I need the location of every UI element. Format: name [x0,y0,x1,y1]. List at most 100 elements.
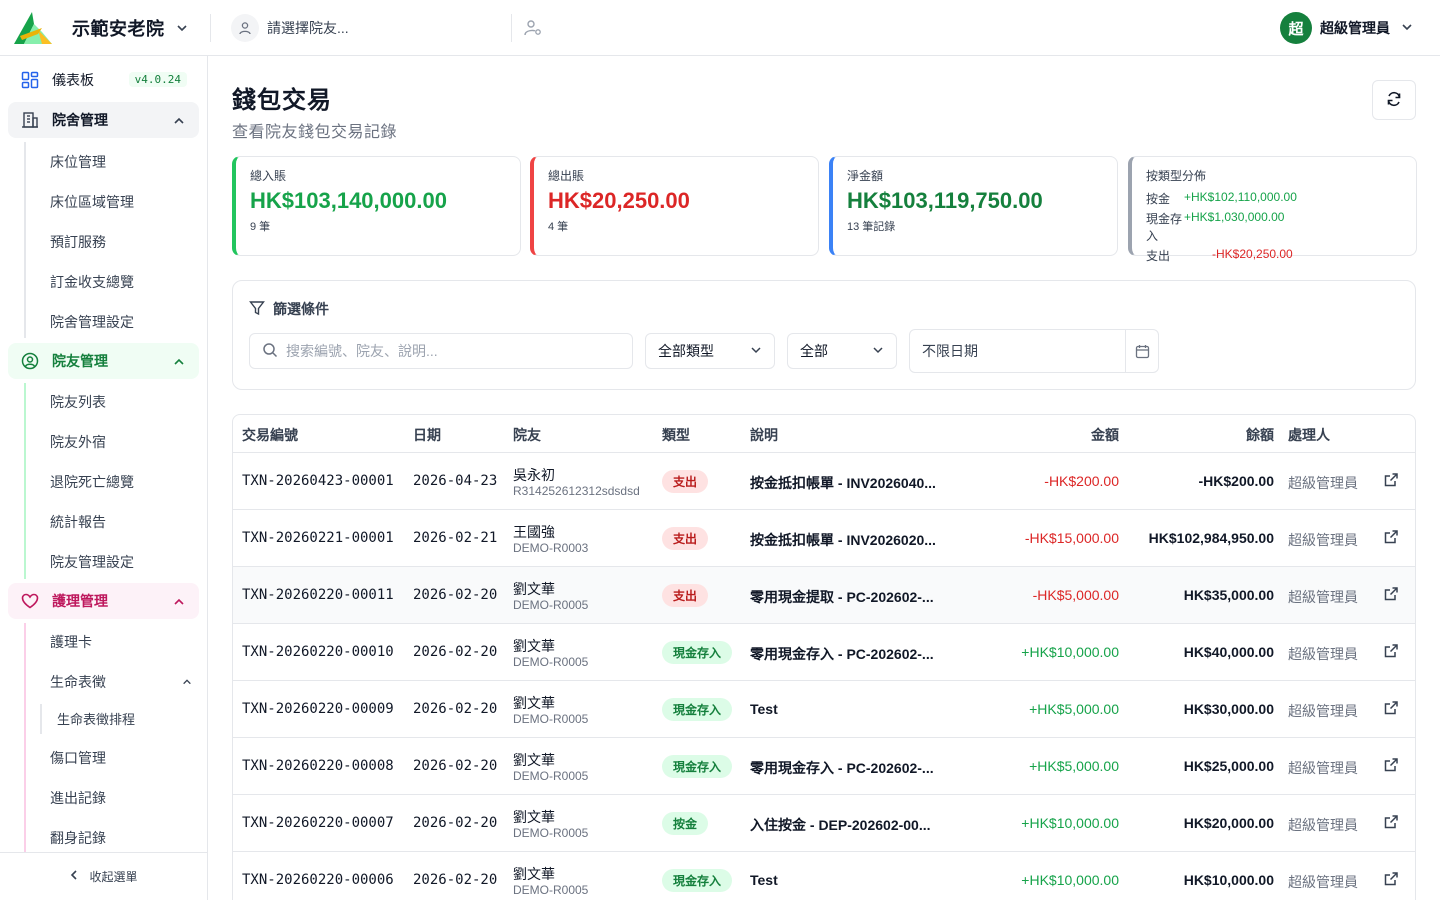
transaction-description: 零用現金提取 - PC-202602-... [750,589,934,605]
table-row[interactable]: TXN-20260220-00010 2026-02-20 劉文華 DEMO-R000… [233,624,1415,681]
external-link-icon[interactable] [1383,643,1399,662]
tree-line [40,704,42,734]
stat-sub: 13 筆記錄 [847,221,896,233]
search-icon [262,342,278,361]
resident-picker-placeholder: 請選擇院友... [267,19,349,36]
direction-select[interactable]: 全部 [787,333,897,369]
sidebar-item-facility-settings[interactable]: 院舍管理設定 [50,312,134,332]
external-link-icon[interactable] [1383,586,1399,605]
stat-sub: 9 筆 [250,221,271,233]
handler-name[interactable]: 超級管理員 [1288,473,1358,493]
breakdown-row: 按金 +HK$102,110,000.00 [1146,190,1402,207]
refresh-button[interactable] [1372,80,1416,120]
type-cell: 現金存入 [662,698,733,721]
sidebar-group-nursing[interactable]: 護理管理 [8,583,199,619]
col-header-description[interactable]: 說明 [750,425,778,445]
sidebar-item-beds[interactable]: 床位管理 [50,152,106,172]
type-cell: 按金 [662,812,709,835]
col-header-resident[interactable]: 院友 [513,425,541,445]
external-link-icon[interactable] [1383,529,1399,548]
refresh-icon [1386,91,1402,110]
col-header-type[interactable]: 類型 [662,425,690,445]
external-link-icon[interactable] [1383,871,1399,890]
table-row[interactable]: TXN-20260423-00001 2026-04-23 吳永初 R31425261… [233,453,1415,510]
transaction-balance: -HK$200.00 [1198,473,1275,489]
external-link-icon[interactable] [1383,757,1399,776]
user-circle-icon [20,351,40,371]
table-row[interactable]: TXN-20260220-00006 2026-02-20 劉文華 DEMO-R000… [233,852,1415,900]
resident-code: DEMO-R0003 [513,541,589,555]
table-row[interactable]: TXN-20260220-00007 2026-02-20 劉文華 DEMO-R000… [233,795,1415,852]
collapse-sidebar-button[interactable]: 收起選單 [0,852,207,900]
transaction-balance: HK$20,000.00 [1183,815,1274,831]
handler-name[interactable]: 超級管理員 [1288,530,1358,550]
type-cell: 支出 [662,527,709,550]
sidebar-item-vital-signs[interactable]: 生命表徵 [50,672,192,692]
col-header-date[interactable]: 日期 [413,425,441,445]
sidebar-item-discharge-overview[interactable]: 退院死亡總覽 [50,472,134,492]
sidebar-group-residents[interactable]: 院友管理 [8,343,199,379]
transaction-description: Test [750,872,778,888]
col-header-id[interactable]: 交易編號 [242,425,298,445]
org-switcher[interactable]: 示範安老院 [0,0,210,56]
sidebar-item-access-records[interactable]: 進出記錄 [50,788,106,808]
user-settings-icon[interactable] [522,17,544,39]
transaction-amount: +HK$5,000.00 [1029,701,1119,717]
date-range-picker[interactable]: 不限日期 [909,329,1159,373]
type-select-value: 全部類型 [658,343,714,359]
resident-picker[interactable]: 請選擇院友... [211,0,511,56]
sidebar-item-deposit-overview[interactable]: 訂金收支總覽 [50,272,134,292]
table-row[interactable]: TXN-20260221-00001 2026-02-21 王國強 DEMO-R000… [233,510,1415,567]
user-name: 超級管理員 [1320,20,1390,36]
transaction-balance: HK$30,000.00 [1183,701,1274,717]
handler-name[interactable]: 超級管理員 [1288,758,1358,778]
handler-name[interactable]: 超級管理員 [1288,872,1358,892]
chevron-down-icon [175,21,189,35]
sidebar-item-resident-list[interactable]: 院友列表 [50,392,106,412]
transaction-date: 2026-04-23 [413,473,498,489]
sidebar-item-dashboard[interactable]: 儀表板 v4.0.24 [8,62,199,98]
sidebar-item-turning-records[interactable]: 翻身記錄 [50,828,106,848]
table-row[interactable]: TXN-20260220-00011 2026-02-20 劉文華 DEMO-R000… [233,567,1415,624]
table-row[interactable]: TXN-20260220-00008 2026-02-20 劉文華 DEMO-R000… [233,738,1415,795]
sidebar-item-wound-management[interactable]: 傷口管理 [50,748,106,768]
sidebar-item-reservations[interactable]: 預訂服務 [50,232,106,252]
handler-name[interactable]: 超級管理員 [1288,644,1358,664]
sidebar-item-resident-settings[interactable]: 院友管理設定 [50,552,134,572]
sidebar-item-care-card[interactable]: 護理卡 [50,632,92,652]
stat-card-net: 淨金額 HK$103,119,750.00 13 筆記錄 [829,156,1118,256]
table-row[interactable]: TXN-20260220-00009 2026-02-20 劉文華 DEMO-R000… [233,681,1415,738]
user-menu[interactable]: 超 超級管理員 [1280,12,1414,44]
date-range-value: 不限日期 [922,343,978,359]
sidebar-item-resident-leave[interactable]: 院友外宿 [50,432,106,452]
resident-name: 劉文華 [513,809,555,825]
col-header-balance[interactable]: 餘額 [1246,425,1274,445]
sidebar-item-vital-schedule[interactable]: 生命表徵排程 [57,710,135,730]
search-field[interactable] [249,333,633,369]
col-header-handler[interactable]: 處理人 [1288,425,1330,445]
resident-code: DEMO-R0005 [513,598,589,612]
external-link-icon[interactable] [1383,472,1399,491]
transaction-date: 2026-02-20 [413,872,498,888]
sidebar-item-bed-zones[interactable]: 床位區域管理 [50,192,134,212]
sidebar-group-facility[interactable]: 院舍管理 [8,102,199,138]
calendar-icon[interactable] [1125,330,1158,372]
filter-header: 篩選條件 [249,299,329,319]
handler-name[interactable]: 超級管理員 [1288,815,1358,835]
handler-name[interactable]: 超級管理員 [1288,587,1358,607]
type-badge: 按金 [662,812,709,835]
transaction-amount: -HK$15,000.00 [1024,530,1119,546]
transaction-id: TXN-20260220-00010 [242,644,394,660]
col-header-amount[interactable]: 金額 [1091,425,1119,445]
handler-name[interactable]: 超級管理員 [1288,701,1358,721]
sidebar-item-statistics[interactable]: 統計報告 [50,512,106,532]
stat-label: 總出賬 [548,169,585,183]
transaction-amount: +HK$10,000.00 [1021,644,1119,660]
search-input[interactable] [286,343,606,359]
external-link-icon[interactable] [1383,700,1399,719]
type-select[interactable]: 全部類型 [645,333,775,369]
chevron-up-icon [173,355,185,371]
transaction-amount: -HK$5,000.00 [1032,587,1119,603]
external-link-icon[interactable] [1383,814,1399,833]
transaction-id: TXN-20260220-00007 [242,815,394,831]
